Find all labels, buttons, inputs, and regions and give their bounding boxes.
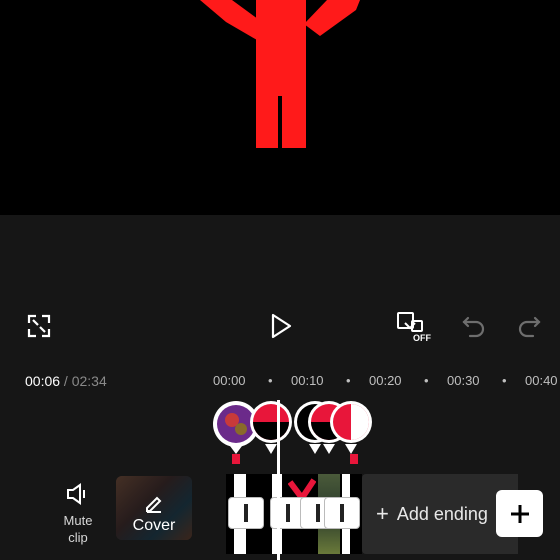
- speaker-icon: [67, 483, 85, 505]
- ruler-dot: •: [424, 373, 429, 388]
- pencil-icon: [146, 496, 162, 513]
- figure-gap: [278, 96, 282, 148]
- ruler-dot: •: [502, 373, 507, 388]
- figure-left-arm: [200, 0, 262, 40]
- fullscreen-icon[interactable]: [26, 313, 52, 339]
- clip-trim-handle[interactable]: [324, 497, 360, 529]
- redo-icon[interactable]: [516, 313, 542, 339]
- add-clip-button[interactable]: [496, 490, 543, 537]
- ruler-tick: 00:30: [447, 373, 480, 388]
- marker-square: [350, 454, 358, 464]
- mute-label-line1: Mute: [63, 513, 93, 528]
- total-time: 02:34: [71, 373, 107, 389]
- plus-icon: [510, 504, 529, 523]
- video-preview[interactable]: [0, 0, 560, 215]
- add-ending-plus-icon: +: [376, 501, 389, 526]
- keyframe-off-icon[interactable]: OFF: [396, 311, 432, 343]
- marker-pin[interactable]: [328, 400, 374, 454]
- svg-text:OFF: OFF: [413, 333, 431, 343]
- add-ending-button[interactable]: + Add ending: [362, 474, 518, 554]
- clip-trim-handle[interactable]: [228, 497, 264, 529]
- ruler-tick: 00:40: [525, 373, 558, 388]
- play-icon[interactable]: [267, 312, 295, 340]
- ruler-tick: 00:00: [213, 373, 246, 388]
- time-separator: /: [60, 373, 72, 389]
- marker-square: [232, 454, 240, 464]
- ruler-tick: 00:20: [369, 373, 402, 388]
- mute-clip-button[interactable]: Mute clip: [58, 482, 98, 546]
- marker-pin[interactable]: [248, 400, 294, 454]
- ruler-dot: •: [346, 373, 351, 388]
- current-time: 00:06: [25, 373, 61, 389]
- figure-right-arm: [304, 0, 360, 36]
- mute-label-line2: clip: [68, 530, 88, 545]
- timecode: 00:06 / 02:34: [25, 373, 107, 389]
- cover-button[interactable]: Cover: [116, 476, 192, 540]
- ruler-dot: •: [268, 373, 273, 388]
- add-ending-label: Add ending: [396, 503, 488, 524]
- cover-label: Cover: [132, 517, 176, 534]
- ruler-tick: 00:10: [291, 373, 324, 388]
- red-figure-shape: [200, 0, 360, 148]
- playhead[interactable]: [277, 400, 280, 560]
- undo-icon[interactable]: [461, 313, 487, 339]
